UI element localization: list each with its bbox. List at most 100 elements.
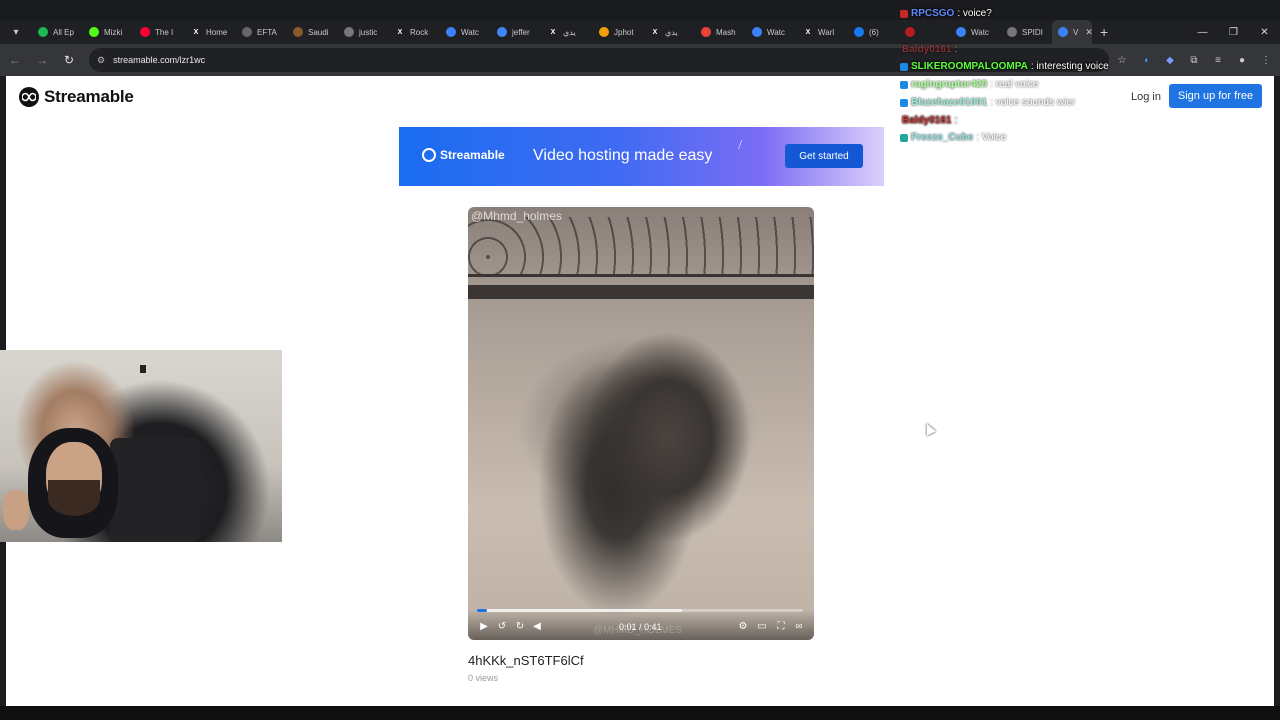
chat-text: : Voice — [976, 132, 1007, 143]
chat-username: ragingraptor420 — [911, 79, 988, 90]
tab-favicon-icon — [140, 27, 150, 37]
fullscreen-icon[interactable]: ⛶ — [774, 619, 788, 633]
extension-shield-icon[interactable]: ◆ — [1162, 52, 1178, 68]
video-frame-figure — [538, 327, 768, 607]
seek-bar[interactable] — [477, 609, 803, 612]
browser-tab[interactable]: jeffer — [491, 20, 542, 44]
browser-tab[interactable]: Watc — [746, 20, 797, 44]
promo-banner[interactable]: Streamable Video hosting made easy ⟋ Get… — [399, 127, 884, 186]
browser-tab[interactable]: EFTA — [236, 20, 287, 44]
get-started-button[interactable]: Get started — [785, 144, 863, 168]
chat-username: SLIKEROOMPALOOMPA — [911, 61, 1028, 72]
tab-search-chevron-icon[interactable]: ▾ — [0, 20, 32, 44]
video-frame-fence — [468, 217, 814, 277]
chat-username: Baldy0161 — [902, 115, 952, 126]
profile-avatar-icon[interactable]: ● — [1234, 52, 1250, 68]
browser-tab[interactable]: X Warl — [797, 20, 848, 44]
browser-tab[interactable]: X Home — [185, 20, 236, 44]
browser-tab[interactable]: Mash — [695, 20, 746, 44]
browser-tab[interactable]: X يدي — [542, 20, 593, 44]
extensions-puzzle-icon[interactable]: ⧉ — [1186, 52, 1202, 68]
reload-icon[interactable]: ↻ — [57, 48, 81, 72]
tab-favicon-icon: X — [397, 28, 403, 36]
stream-chat-overlay: RPCSGO: voice? Baldy0161: SLIKEROOMPALOOMP… — [895, 0, 1135, 150]
tab-title: justic — [359, 27, 378, 37]
close-window-icon[interactable]: ✕ — [1249, 20, 1280, 44]
chat-message: RPCSGO: voice? — [900, 8, 992, 19]
streamable-logo[interactable]: Streamable — [19, 87, 134, 107]
browser-tab[interactable]: Saudi — [287, 20, 338, 44]
chat-message: Blazehaze01001: voice sounds wier — [900, 97, 1075, 108]
tab-favicon-icon — [38, 27, 48, 37]
tab-title: Saudi — [308, 27, 329, 37]
browser-tab[interactable]: (6) — [848, 20, 899, 44]
url-text: streamable.com/lzr1wc — [113, 55, 206, 65]
tab-title: Home — [206, 27, 228, 37]
restore-icon[interactable]: ❐ — [1218, 20, 1249, 44]
video-title: 4hKKk_nST6TF6lCf — [468, 653, 584, 668]
extensions-area: ☆ ◖ ◆ ⧉ ≡ ● ⋮ — [1114, 44, 1280, 76]
chat-text: : voice? — [957, 8, 992, 19]
tab-title: Rock — [410, 27, 429, 37]
settings-gear-icon[interactable]: ⚙ — [736, 619, 750, 633]
chat-username: Blazehaze01001 — [911, 97, 988, 108]
seek-buffered — [477, 609, 683, 612]
banner-headline: Video hosting made easy — [533, 147, 713, 164]
chat-message: Baldy0161: — [902, 44, 957, 55]
browser-tab[interactable]: Watc — [440, 20, 491, 44]
chat-badge-icon — [900, 80, 908, 89]
browser-menu-icon[interactable]: ⋮ — [1258, 52, 1274, 68]
webcam-overlay — [0, 350, 282, 542]
streamable-mini-logo-icon[interactable]: ∞ — [792, 619, 806, 633]
chat-text: : — [954, 115, 958, 126]
rewind-icon[interactable]: ↺ — [495, 619, 509, 633]
tab-title: All Ep — [53, 27, 74, 37]
media-control-icon[interactable]: ≡ — [1210, 52, 1226, 68]
chat-badge-icon — [900, 133, 908, 142]
tab-title: يدي — [665, 27, 678, 37]
picture-in-picture-icon[interactable]: ▭ — [755, 619, 769, 633]
logo-text: Streamable — [44, 87, 134, 106]
tab-title: jeffer — [512, 27, 530, 37]
video-player[interactable]: @Mhmd_holmes ▶ ↺ ↻ ◀ @MHMD_HOLMES 0:01 /… — [468, 207, 814, 640]
chat-text: : voice sounds wier — [990, 97, 1076, 108]
volume-icon[interactable]: ◀ — [530, 619, 544, 633]
forward-arrow-icon[interactable]: → — [30, 48, 54, 72]
tab-title: Watc — [461, 27, 479, 37]
chat-message: Baldy0161: — [902, 115, 957, 126]
signup-button[interactable]: Sign up for free — [1169, 84, 1262, 108]
video-frame-rail — [468, 285, 814, 299]
browser-tab[interactable]: justic — [338, 20, 389, 44]
site-info-icon[interactable]: ⚙ — [97, 55, 105, 66]
tab-favicon-icon — [497, 27, 507, 37]
browser-tab[interactable]: Mizki — [83, 20, 134, 44]
tab-favicon-icon — [446, 27, 456, 37]
chat-message: Freeze_Cube: Voice — [900, 132, 1006, 143]
browser-tab[interactable]: All Ep — [32, 20, 83, 44]
browser-tab[interactable]: X يدي — [644, 20, 695, 44]
screen-bottom-edge — [0, 706, 1280, 720]
tab-favicon-icon: X — [193, 28, 199, 36]
chat-text: : — [954, 44, 958, 55]
tab-favicon-icon — [89, 27, 99, 37]
tab-favicon-icon — [701, 27, 711, 37]
extension-audio-icon[interactable]: ◖ — [1138, 52, 1154, 68]
tab-favicon-icon — [752, 27, 762, 37]
forward-skip-icon[interactable]: ↻ — [513, 619, 527, 633]
webcam-chair — [110, 438, 200, 542]
play-icon[interactable]: ▶ — [477, 619, 491, 633]
tab-title: (6) — [869, 27, 879, 37]
minimize-icon[interactable]: — — [1187, 20, 1218, 44]
tab-title: Warl — [818, 27, 835, 37]
browser-tab[interactable]: Jphot — [593, 20, 644, 44]
chat-message: ragingraptor420: real voice — [900, 79, 1039, 90]
back-arrow-icon[interactable]: ← — [3, 48, 27, 72]
tab-favicon-icon — [854, 27, 864, 37]
browser-tab[interactable]: X Rock — [389, 20, 440, 44]
browser-tab[interactable]: The I — [134, 20, 185, 44]
window-controls: — ❐ ✕ — [1187, 20, 1280, 44]
streamable-logo-icon — [19, 87, 39, 107]
tab-title: EFTA — [257, 27, 277, 37]
tab-favicon-icon — [599, 27, 609, 37]
webcam-beard — [48, 480, 100, 516]
